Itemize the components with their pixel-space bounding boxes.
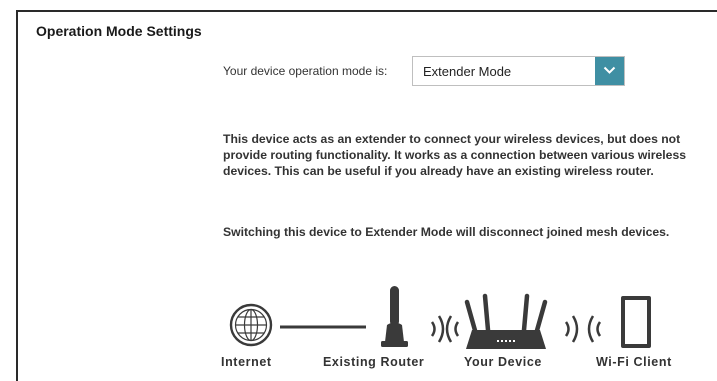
operation-mode-label: Your device operation mode is: xyxy=(223,64,388,78)
network-diagram: Internet Existing Router Your Device Wi-… xyxy=(18,282,717,381)
device-icon xyxy=(464,293,548,349)
label-internet: Internet xyxy=(221,355,272,369)
label-your-device: Your Device xyxy=(464,355,542,369)
wifi-waves-icon xyxy=(564,315,602,343)
label-existing-router: Existing Router xyxy=(323,355,425,369)
chevron-down-icon xyxy=(603,66,616,74)
label-wifi-client: Wi-Fi Client xyxy=(596,355,672,369)
tablet-icon xyxy=(621,296,651,348)
operation-mode-panel: Operation Mode Settings Your device oper… xyxy=(16,10,717,381)
router-icon xyxy=(381,286,408,347)
section-title: Operation Mode Settings xyxy=(36,23,202,39)
globe-icon xyxy=(229,303,273,347)
wifi-waves-icon xyxy=(430,315,460,343)
mode-description: This device acts as an extender to conne… xyxy=(223,132,686,178)
operation-mode-value: Extender Mode xyxy=(423,64,512,79)
dropdown-toggle[interactable] xyxy=(595,57,624,85)
operation-mode-select[interactable]: Extender Mode xyxy=(412,56,625,86)
mode-warning: Switching this device to Extender Mode w… xyxy=(223,225,670,239)
